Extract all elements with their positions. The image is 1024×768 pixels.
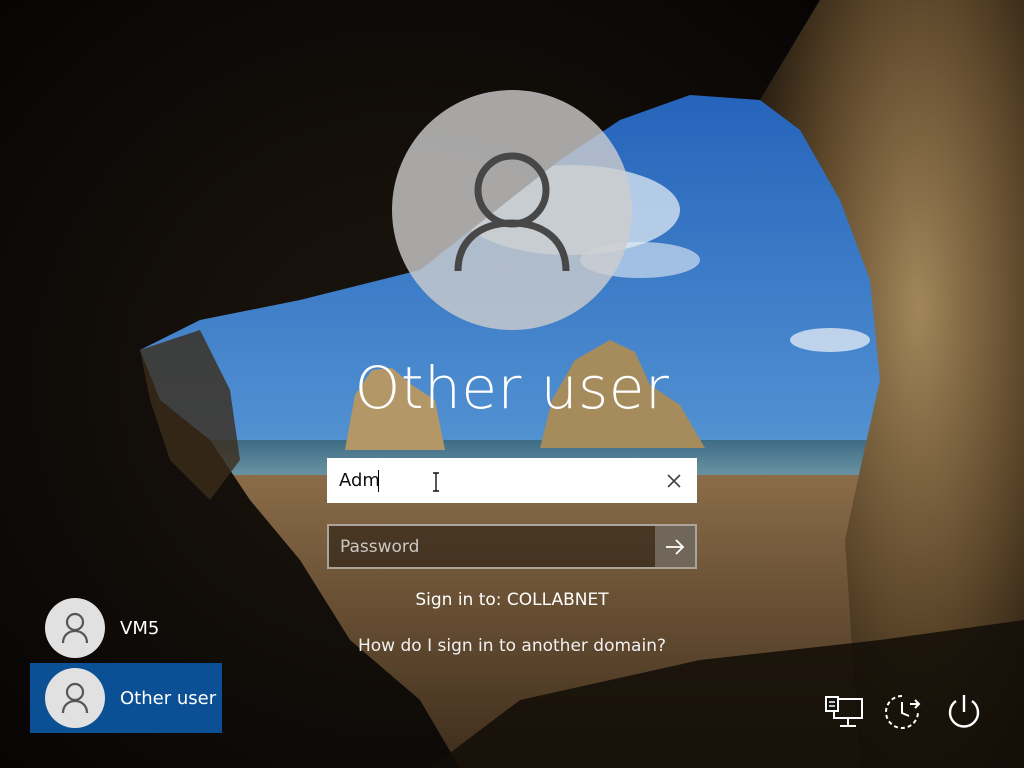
user-tile-avatar xyxy=(45,668,105,728)
arrow-right-icon xyxy=(666,538,685,555)
ease-of-access-button[interactable] xyxy=(880,690,924,734)
user-tile-name: VM5 xyxy=(120,617,160,639)
sign-in-domain-label: Sign in to: COLLABNET xyxy=(415,590,609,610)
network-icon xyxy=(825,696,863,727)
username-field-container xyxy=(327,458,697,503)
clear-username-button[interactable] xyxy=(659,466,689,496)
password-input[interactable] xyxy=(340,526,640,567)
username-input[interactable] xyxy=(339,458,639,503)
user-avatar xyxy=(392,90,632,330)
user-icon xyxy=(61,682,89,714)
ibeam-cursor-icon xyxy=(433,472,439,492)
user-tile-vm5[interactable]: VM5 xyxy=(30,593,222,663)
user-tile-name: Other user xyxy=(120,687,217,709)
close-icon xyxy=(667,474,681,488)
submit-button[interactable] xyxy=(655,526,695,567)
user-tile-avatar xyxy=(45,598,105,658)
text-caret xyxy=(378,470,379,492)
lock-screen: Other user Sign in to: COLLABNET How do … xyxy=(0,0,1024,768)
password-field-container xyxy=(327,524,697,569)
another-domain-link[interactable]: How do I sign in to another domain? xyxy=(312,636,712,656)
user-icon xyxy=(61,612,89,644)
ease-of-access-icon xyxy=(885,695,921,729)
page-title: Other user xyxy=(354,354,670,422)
power-icon xyxy=(948,695,980,728)
network-button[interactable] xyxy=(822,690,866,734)
power-button[interactable] xyxy=(942,690,986,734)
user-tile-other-user[interactable]: Other user xyxy=(30,663,222,733)
user-icon xyxy=(454,152,570,272)
